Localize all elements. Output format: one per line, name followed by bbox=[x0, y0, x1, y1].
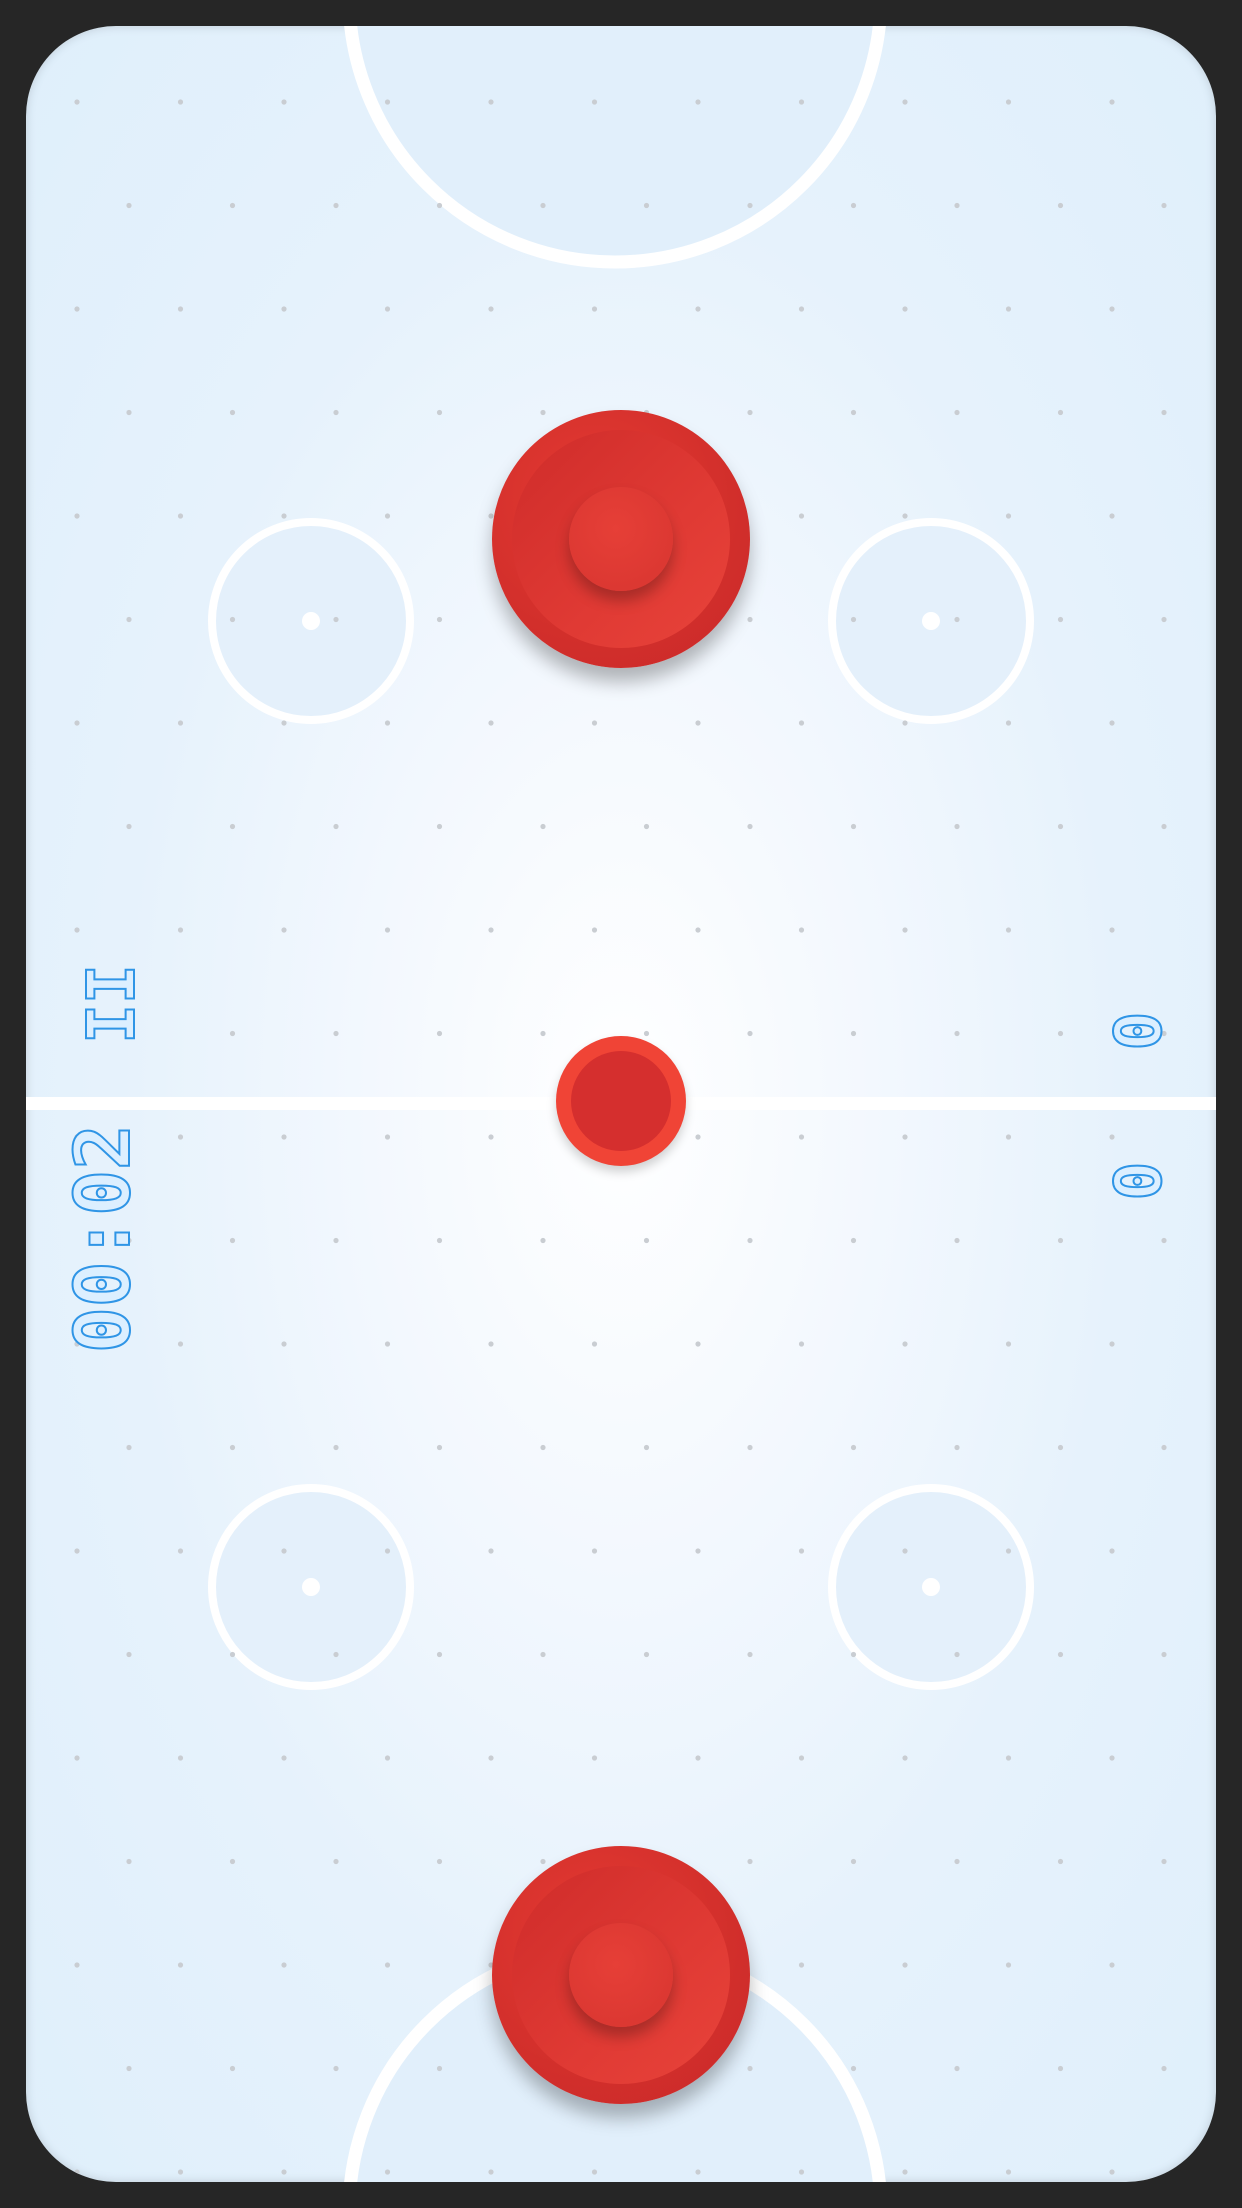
match-timer: 00:02 bbox=[57, 1123, 148, 1354]
faceoff-dot bbox=[922, 612, 940, 630]
top-paddle[interactable] bbox=[492, 410, 750, 668]
faceoff-dot bbox=[302, 612, 320, 630]
top-goal bbox=[362, 0, 880, 4]
faceoff-dot bbox=[922, 1578, 940, 1596]
top-goal-crease bbox=[344, 26, 886, 269]
bottom-paddle[interactable] bbox=[492, 1846, 750, 2104]
paddle-handle bbox=[569, 1923, 673, 2027]
score-bottom-player: 0 bbox=[1097, 1161, 1173, 1202]
bottom-goal bbox=[362, 2204, 880, 2208]
faceoff-dot bbox=[302, 1578, 320, 1596]
puck bbox=[556, 1036, 686, 1166]
pause-button[interactable]: II bbox=[69, 954, 148, 1054]
paddle-handle bbox=[569, 487, 673, 591]
score-top-player: 0 bbox=[1097, 1011, 1173, 1052]
puck-center bbox=[571, 1051, 671, 1151]
